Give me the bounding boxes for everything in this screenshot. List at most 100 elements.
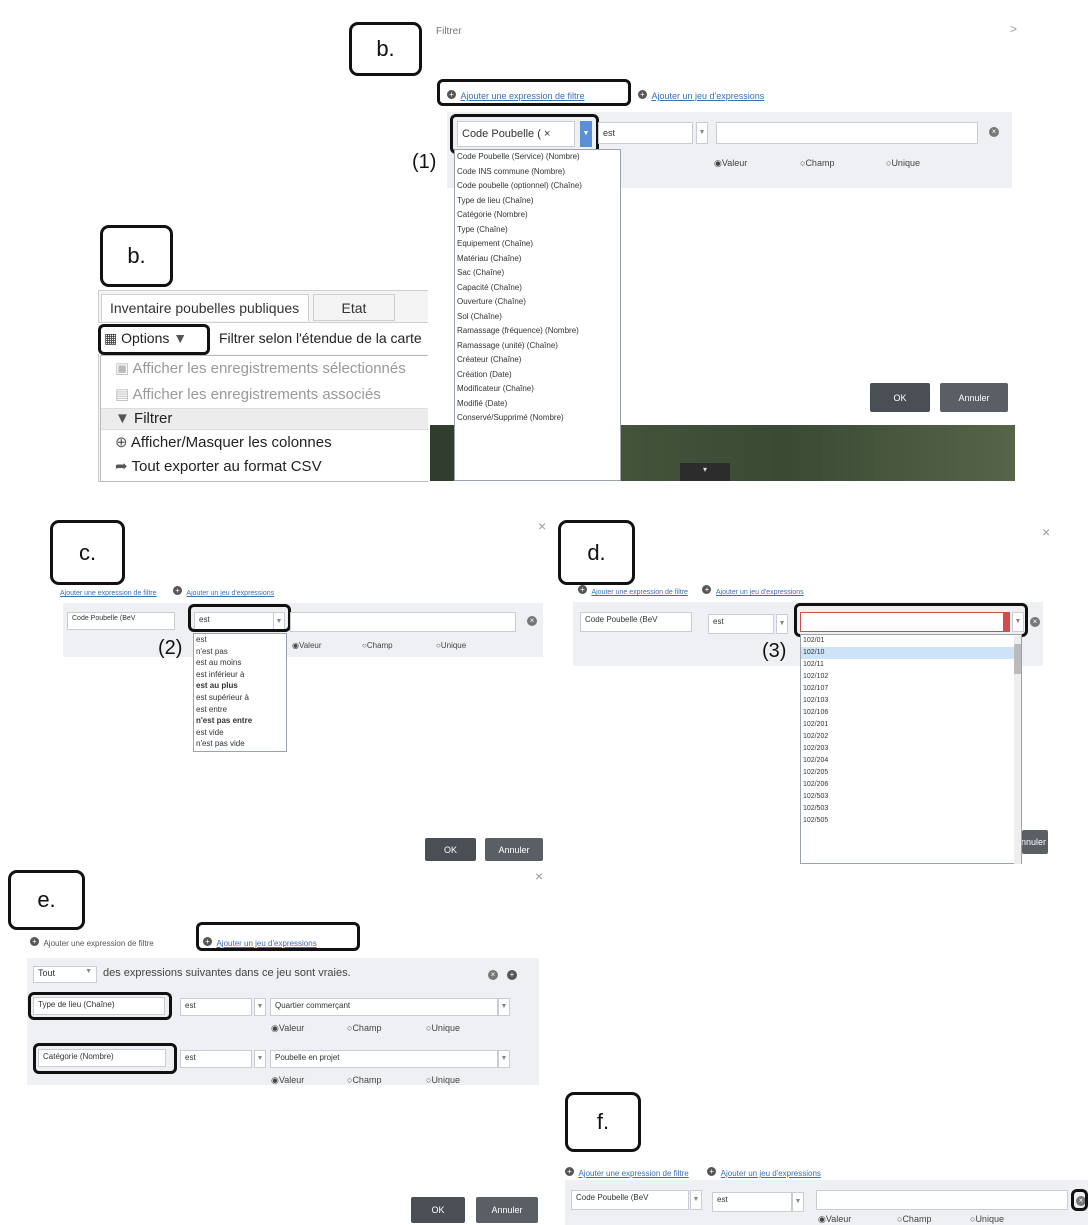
field-option[interactable]: Type de lieu (Chaîne): [455, 194, 620, 209]
value-option[interactable]: 102/503: [801, 803, 1021, 815]
cancel-button[interactable]: Annuler: [940, 383, 1008, 412]
close-icon[interactable]: >: [1010, 22, 1017, 36]
operator-option[interactable]: est supérieur à: [194, 692, 286, 704]
value-option[interactable]: 102/205: [801, 767, 1021, 779]
close-icon[interactable]: ×: [535, 868, 543, 884]
field-option[interactable]: Ouverture (Chaîne): [455, 295, 620, 310]
add-expression-link[interactable]: Ajouter une expression de filtre: [578, 1169, 688, 1178]
value-input[interactable]: [290, 612, 516, 632]
operator-option[interactable]: n'est pas vide: [194, 738, 286, 750]
chevron-down-icon[interactable]: ▼: [776, 614, 788, 634]
add-expression-link[interactable]: Ajouter une expression de filtre: [460, 91, 584, 101]
close-icon[interactable]: ×: [1042, 524, 1050, 540]
value-input[interactable]: [816, 1190, 1068, 1210]
operator-select[interactable]: est: [598, 122, 693, 144]
value-option[interactable]: 102/206: [801, 779, 1021, 791]
field-option[interactable]: Sol (Chaîne): [455, 310, 620, 325]
menu-show-related[interactable]: ▤ Afficher les enregistrements associés: [101, 385, 428, 403]
radio-value[interactable]: ◉Valeur: [271, 1075, 304, 1086]
value-option[interactable]: 102/204: [801, 755, 1021, 767]
field-select[interactable]: Code Poubelle (BeV: [580, 612, 692, 632]
field-option[interactable]: Catégorie (Nombre): [455, 208, 620, 223]
field-option[interactable]: Modificateur (Chaîne): [455, 382, 620, 397]
value-option[interactable]: 102/103: [801, 695, 1021, 707]
field-option[interactable]: Matériau (Chaîne): [455, 252, 620, 267]
remove-icon[interactable]: ×: [527, 616, 537, 626]
field-option[interactable]: Modifié (Date): [455, 397, 620, 412]
radio-unique[interactable]: ○Unique: [886, 158, 920, 168]
operator-select[interactable]: est: [194, 612, 274, 632]
chevron-down-icon[interactable]: ▼: [696, 122, 708, 144]
field-option[interactable]: Code Poubelle (Service) (Nombre): [455, 150, 620, 165]
field-option[interactable]: Création (Date): [455, 368, 620, 383]
map-toggle-button[interactable]: ▾: [680, 463, 730, 481]
value-option[interactable]: 102/107: [801, 683, 1021, 695]
menu-export-csv[interactable]: ➦ Tout exporter au format CSV: [101, 457, 428, 475]
add-expression-link[interactable]: Ajouter une expression de filtre: [43, 939, 153, 948]
scrollbar[interactable]: [1014, 636, 1021, 864]
row2-field-select[interactable]: Catégorie (Nombre): [38, 1049, 166, 1067]
chevron-down-icon[interactable]: ▼: [273, 612, 285, 632]
value-option[interactable]: 102/202: [801, 731, 1021, 743]
field-select[interactable]: Code Poubelle (BeV: [571, 1190, 689, 1210]
field-select[interactable]: Code Poubelle (BeV: [67, 612, 175, 630]
field-select[interactable]: Code Poubelle ( ×: [457, 121, 575, 147]
operator-option[interactable]: est: [194, 634, 286, 646]
ok-button[interactable]: OK: [425, 838, 476, 861]
value-option[interactable]: 102/01: [801, 635, 1021, 647]
radio-field[interactable]: ○Champ: [897, 1214, 931, 1224]
field-option[interactable]: Conservé/Supprimé (Nombre): [455, 411, 620, 426]
chevron-down-icon[interactable]: ▼: [498, 1050, 510, 1068]
add-expression-link[interactable]: Ajouter une expression de filtre: [60, 590, 157, 597]
field-option[interactable]: Type (Chaîne): [455, 223, 620, 238]
row1-value-select[interactable]: Quartier commerçant: [270, 998, 498, 1016]
radio-unique[interactable]: ○Unique: [426, 1075, 460, 1085]
field-option[interactable]: Créateur (Chaîne): [455, 353, 620, 368]
operator-select[interactable]: est: [708, 614, 774, 634]
operator-option[interactable]: est au plus: [194, 680, 286, 692]
field-option[interactable]: Ramassage (unité) (Chaîne): [455, 339, 620, 354]
cancel-button[interactable]: Annuler: [485, 838, 543, 861]
field-option[interactable]: Capacité (Chaîne): [455, 281, 620, 296]
value-option[interactable]: 102/106: [801, 707, 1021, 719]
operator-option[interactable]: n'est pas entre: [194, 715, 286, 727]
field-option[interactable]: Ramassage (fréquence) (Nombre): [455, 324, 620, 339]
radio-unique[interactable]: ○Unique: [436, 641, 466, 650]
remove-set-icon[interactable]: ×: [488, 970, 498, 980]
value-option[interactable]: 102/503: [801, 791, 1021, 803]
row2-value-select[interactable]: Poubelle en projet: [270, 1050, 498, 1068]
menu-filter[interactable]: ▼ Filtrer: [101, 408, 428, 430]
chevron-down-icon[interactable]: ▼: [254, 998, 266, 1016]
operator-option[interactable]: est inférieur à: [194, 669, 286, 681]
chevron-down-icon[interactable]: ▼: [1012, 612, 1024, 632]
add-set-link[interactable]: Ajouter un jeu d'expressions: [186, 590, 274, 597]
add-expression-link[interactable]: Ajouter une expression de filtre: [591, 589, 688, 596]
scrollbar-thumb[interactable]: [1014, 644, 1021, 674]
operator-option[interactable]: n'est pas: [194, 646, 286, 658]
operator-option[interactable]: est au moins: [194, 657, 286, 669]
cancel-button[interactable]: Annuler: [1022, 830, 1048, 854]
value-option[interactable]: 102/505: [801, 815, 1021, 827]
radio-unique[interactable]: ○Unique: [426, 1023, 460, 1033]
menu-show-selected[interactable]: ▣ Afficher les enregistrements sélection…: [101, 359, 428, 377]
add-to-set-icon[interactable]: +: [507, 970, 517, 980]
add-set-link[interactable]: Ajouter un jeu d'expressions: [716, 589, 804, 596]
field-option[interactable]: Sac (Chaîne): [455, 266, 620, 281]
tab-etat[interactable]: Etat: [313, 294, 395, 321]
menu-show-hide-columns[interactable]: ⊕ Afficher/Masquer les colonnes: [101, 433, 428, 451]
radio-value[interactable]: ◉Valeur: [271, 1023, 304, 1034]
tab-inventaire[interactable]: Inventaire poubelles publiques: [101, 294, 309, 321]
add-set-link[interactable]: Ajouter un jeu d'expressions: [216, 939, 316, 948]
radio-field[interactable]: ○Champ: [347, 1075, 381, 1085]
cancel-button[interactable]: Annuler: [476, 1197, 538, 1223]
value-input[interactable]: [716, 122, 978, 144]
row1-field-select[interactable]: Type de lieu (Chaîne): [33, 997, 165, 1015]
value-input[interactable]: [800, 612, 1010, 632]
radio-value[interactable]: ◉Valeur: [818, 1214, 851, 1225]
radio-value[interactable]: ◉Valeur: [292, 641, 322, 650]
value-option[interactable]: 102/10: [801, 647, 1021, 659]
radio-field[interactable]: ○Champ: [347, 1023, 381, 1033]
chevron-down-icon[interactable]: ▼: [792, 1192, 804, 1212]
radio-field[interactable]: ○Champ: [800, 158, 834, 168]
operator-option[interactable]: est entre: [194, 704, 286, 716]
